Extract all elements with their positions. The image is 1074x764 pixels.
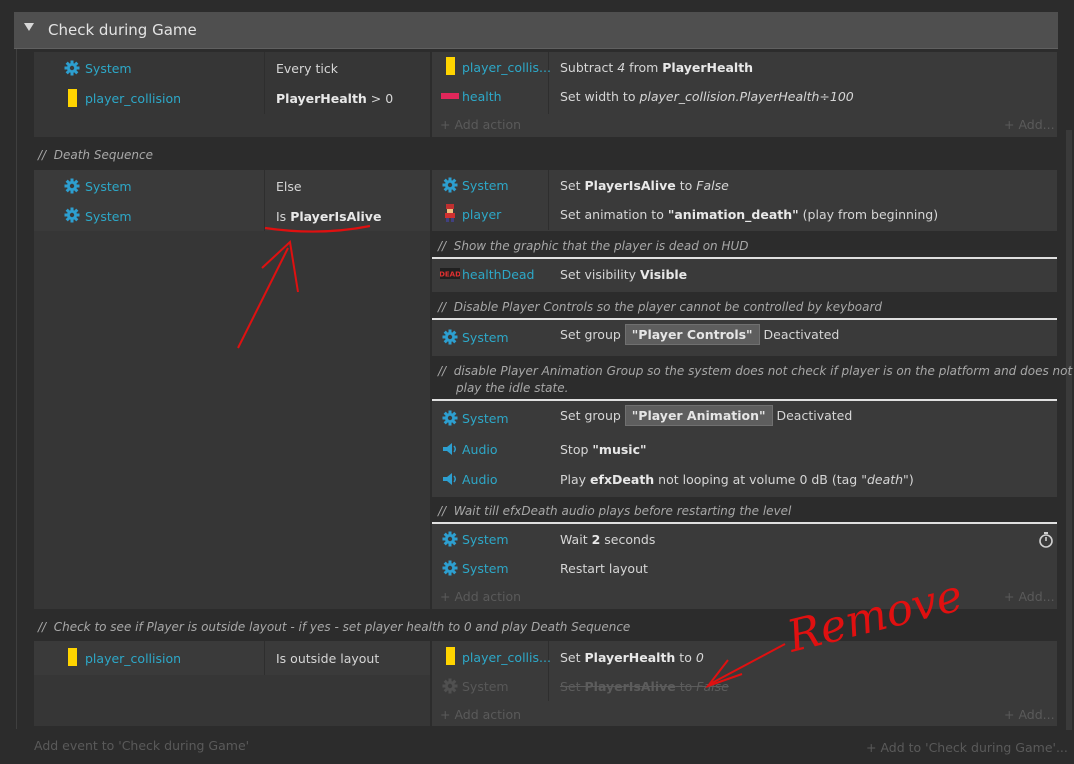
remove-annotation: Remove: [781, 570, 967, 663]
arrowhead-annotation: [261, 239, 299, 293]
arrow-annotation: [709, 643, 786, 685]
underline-annotation: [264, 224, 371, 233]
annotation-overlay: Remove: [237, 224, 968, 689]
arrow-annotation: [237, 247, 289, 349]
